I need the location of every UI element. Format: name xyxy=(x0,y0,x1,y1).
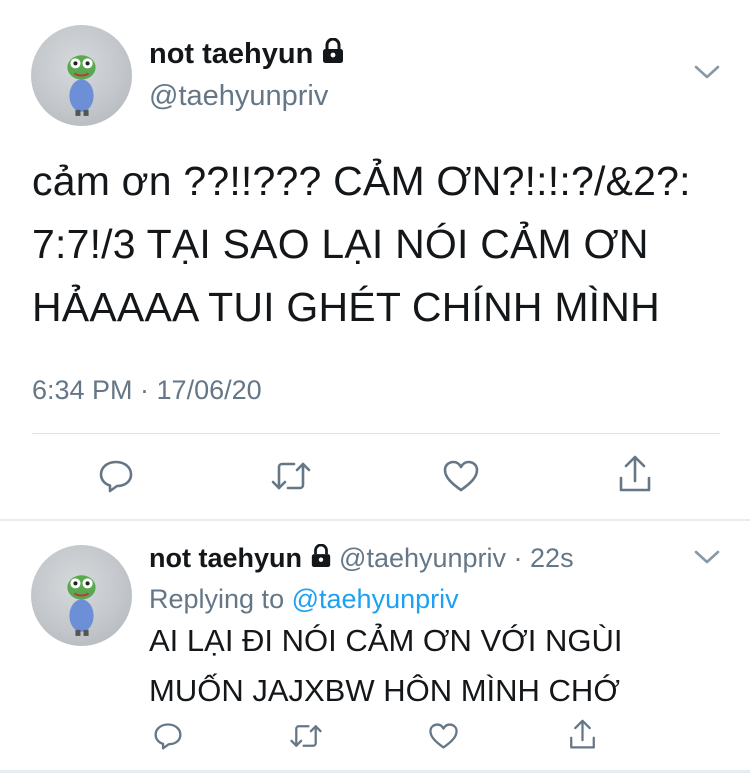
reply-button[interactable] xyxy=(150,720,186,752)
handle[interactable]: @taehyunpriv xyxy=(149,80,328,113)
share-button[interactable] xyxy=(564,716,600,752)
retweet-icon xyxy=(290,725,322,747)
share-icon xyxy=(569,719,595,749)
chevron-down-icon[interactable] xyxy=(694,549,720,565)
retweet-button[interactable] xyxy=(266,456,316,496)
reply-text-line: AI LẠI ĐI NÓI CẢM ƠN VỚI NGÙI xyxy=(149,623,623,658)
share-icon xyxy=(619,455,651,492)
tweet-text-line: 7:7!/3 TẠI SAO LẠI NÓI CẢM ƠN xyxy=(32,221,649,267)
replying-prefix: Replying to xyxy=(149,584,285,614)
like-button[interactable] xyxy=(425,720,461,752)
lock-icon xyxy=(310,544,332,575)
replying-to: Replying to @taehyunpriv xyxy=(149,584,459,615)
reply-icon xyxy=(154,723,182,750)
reply-button[interactable] xyxy=(92,456,140,496)
chevron-down-icon[interactable] xyxy=(694,64,720,80)
reply-icon xyxy=(99,460,133,493)
retweet-icon xyxy=(271,462,311,490)
lock-icon xyxy=(321,37,345,72)
share-button[interactable] xyxy=(612,452,658,496)
tweet-author[interactable]: not taehyun xyxy=(149,37,345,72)
reply-author[interactable]: not taehyun @taehyunpriv · 22s xyxy=(149,543,574,575)
timestamp[interactable]: 6:34 PM · 17/06/20 xyxy=(32,375,262,406)
tweet-separator xyxy=(0,519,750,521)
display-name[interactable]: not taehyun xyxy=(149,543,302,573)
tweet-text-line: HẢAAAA TUI GHÉT CHÍNH MÌNH xyxy=(32,284,660,330)
handle[interactable]: @taehyunpriv xyxy=(339,543,506,573)
reply-text-line: MUỐN JAJXBW HÔN MÌNH CHỚ xyxy=(149,673,620,708)
tweet-age: · 22s xyxy=(513,543,574,573)
reply-text: AI LẠI ĐI NÓI CẢM ƠN VỚI NGÙI MUỐN JAJXB… xyxy=(149,616,729,716)
avatar[interactable] xyxy=(31,545,132,646)
tweet-text-line: cảm ơn ??!!??? CẢM ƠN?!:!:?/&2?: xyxy=(32,158,691,204)
like-button[interactable] xyxy=(438,456,484,496)
avatar[interactable] xyxy=(31,25,132,126)
display-name[interactable]: not taehyun xyxy=(149,38,313,70)
like-icon xyxy=(428,723,458,749)
like-icon xyxy=(443,460,479,492)
divider xyxy=(32,433,720,434)
retweet-button[interactable] xyxy=(286,720,326,752)
tweet-text: cảm ơn ??!!??? CẢM ƠN?!:!:?/&2?: 7:7!/3 … xyxy=(32,150,742,339)
mention-link[interactable]: @taehyunpriv xyxy=(292,584,459,614)
